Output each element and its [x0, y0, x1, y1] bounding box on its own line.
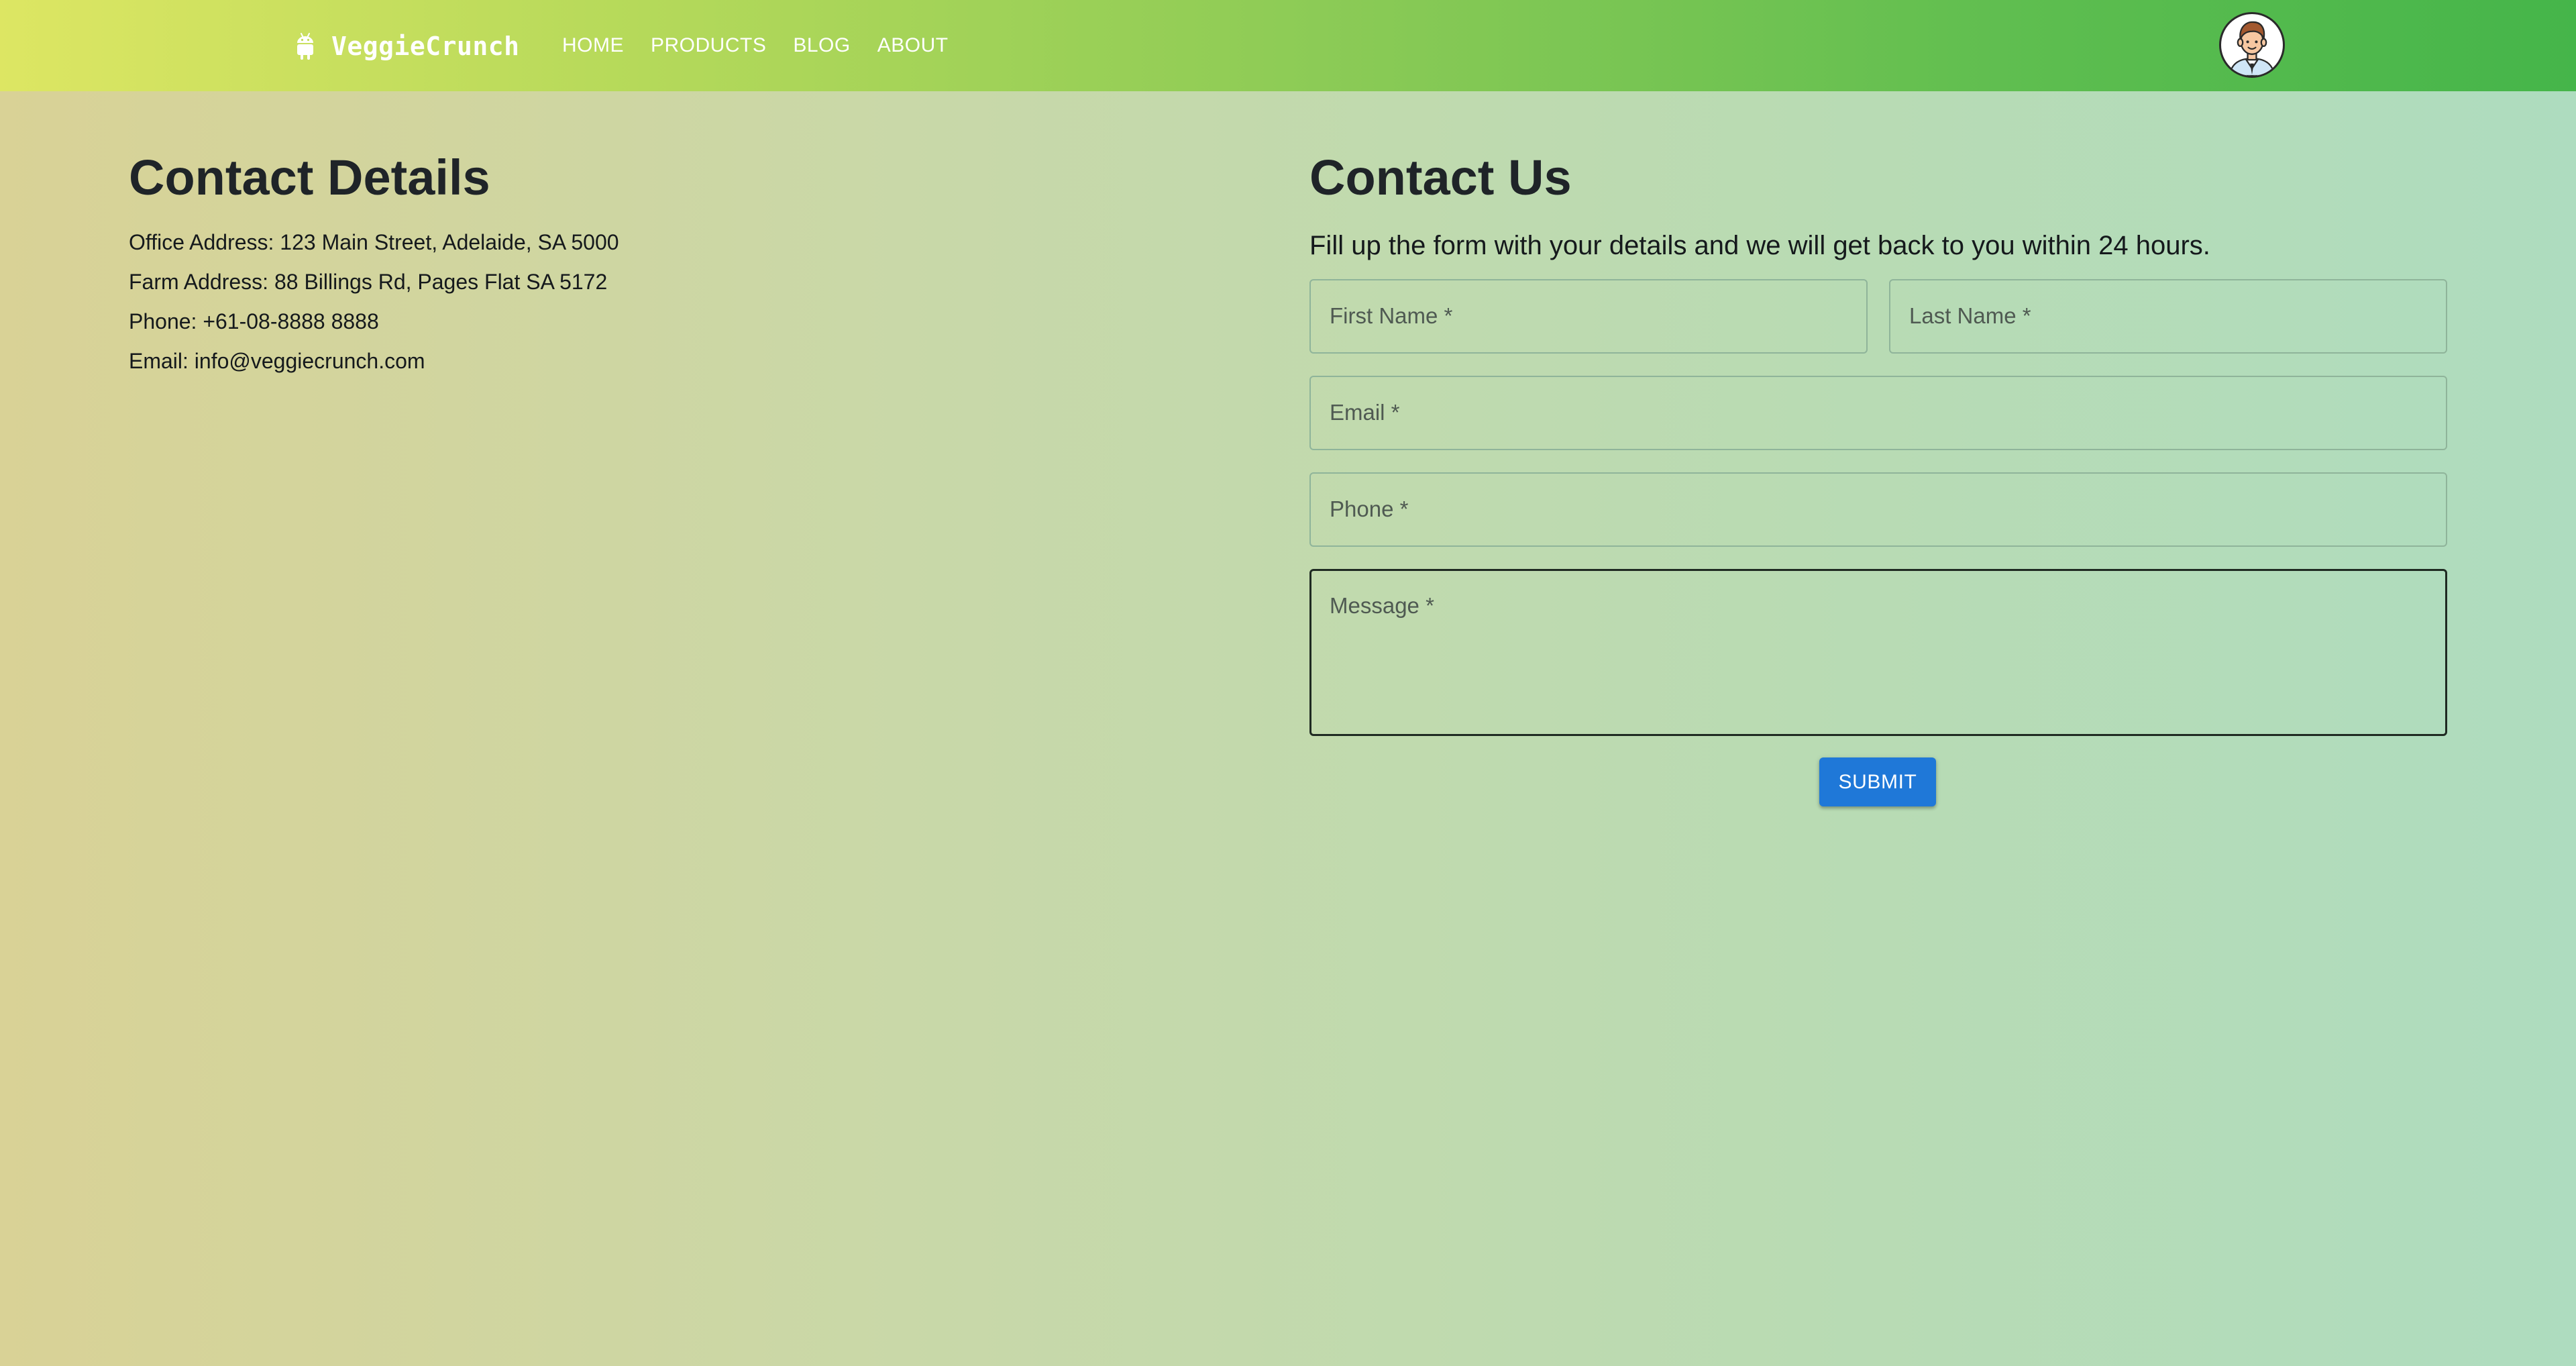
email-text: Email: info@veggiecrunch.com	[129, 349, 425, 373]
contact-form-subtitle: Fill up the form with your details and w…	[1309, 231, 2210, 260]
phone-field[interactable]: Phone *	[1309, 472, 2447, 547]
nav-link-about[interactable]: ABOUT	[864, 28, 962, 64]
brand-logo-link[interactable]: VeggieCrunch	[295, 28, 520, 64]
android-robot-icon	[297, 33, 313, 60]
first-name-field[interactable]: First Name *	[1309, 279, 1868, 354]
email-label: Email *	[1330, 400, 1400, 425]
user-avatar-button[interactable]	[2219, 12, 2285, 78]
top-navbar: VeggieCrunch HOME PRODUCTS BLOG ABOUT	[0, 0, 2576, 91]
farm-address-text: Farm Address: 88 Billings Rd, Pages Flat…	[129, 270, 608, 294]
email-field[interactable]: Email *	[1309, 376, 2447, 450]
submit-button[interactable]: SUBMIT	[1819, 757, 1936, 806]
user-avatar-icon	[2229, 21, 2275, 76]
phone-text: Phone: +61-08-8888 8888	[129, 309, 379, 333]
brand-name: VeggieCrunch	[331, 32, 520, 61]
message-label: Message *	[1330, 593, 1434, 618]
office-address-text: Office Address: 123 Main Street, Adelaid…	[129, 230, 619, 254]
last-name-label: Last Name *	[1909, 303, 2031, 328]
first-name-label: First Name *	[1330, 303, 1453, 328]
contact-details-heading: Contact Details	[129, 150, 490, 205]
main-nav: HOME PRODUCTS BLOG ABOUT	[549, 25, 962, 66]
nav-link-products[interactable]: PRODUCTS	[637, 28, 780, 64]
nav-link-blog[interactable]: BLOG	[780, 28, 863, 64]
contact-us-heading: Contact Us	[1309, 150, 1572, 205]
message-textarea[interactable]: Message *	[1309, 569, 2447, 736]
phone-label: Phone *	[1330, 496, 1409, 521]
last-name-field[interactable]: Last Name *	[1889, 279, 2447, 354]
nav-link-home[interactable]: HOME	[549, 28, 637, 64]
